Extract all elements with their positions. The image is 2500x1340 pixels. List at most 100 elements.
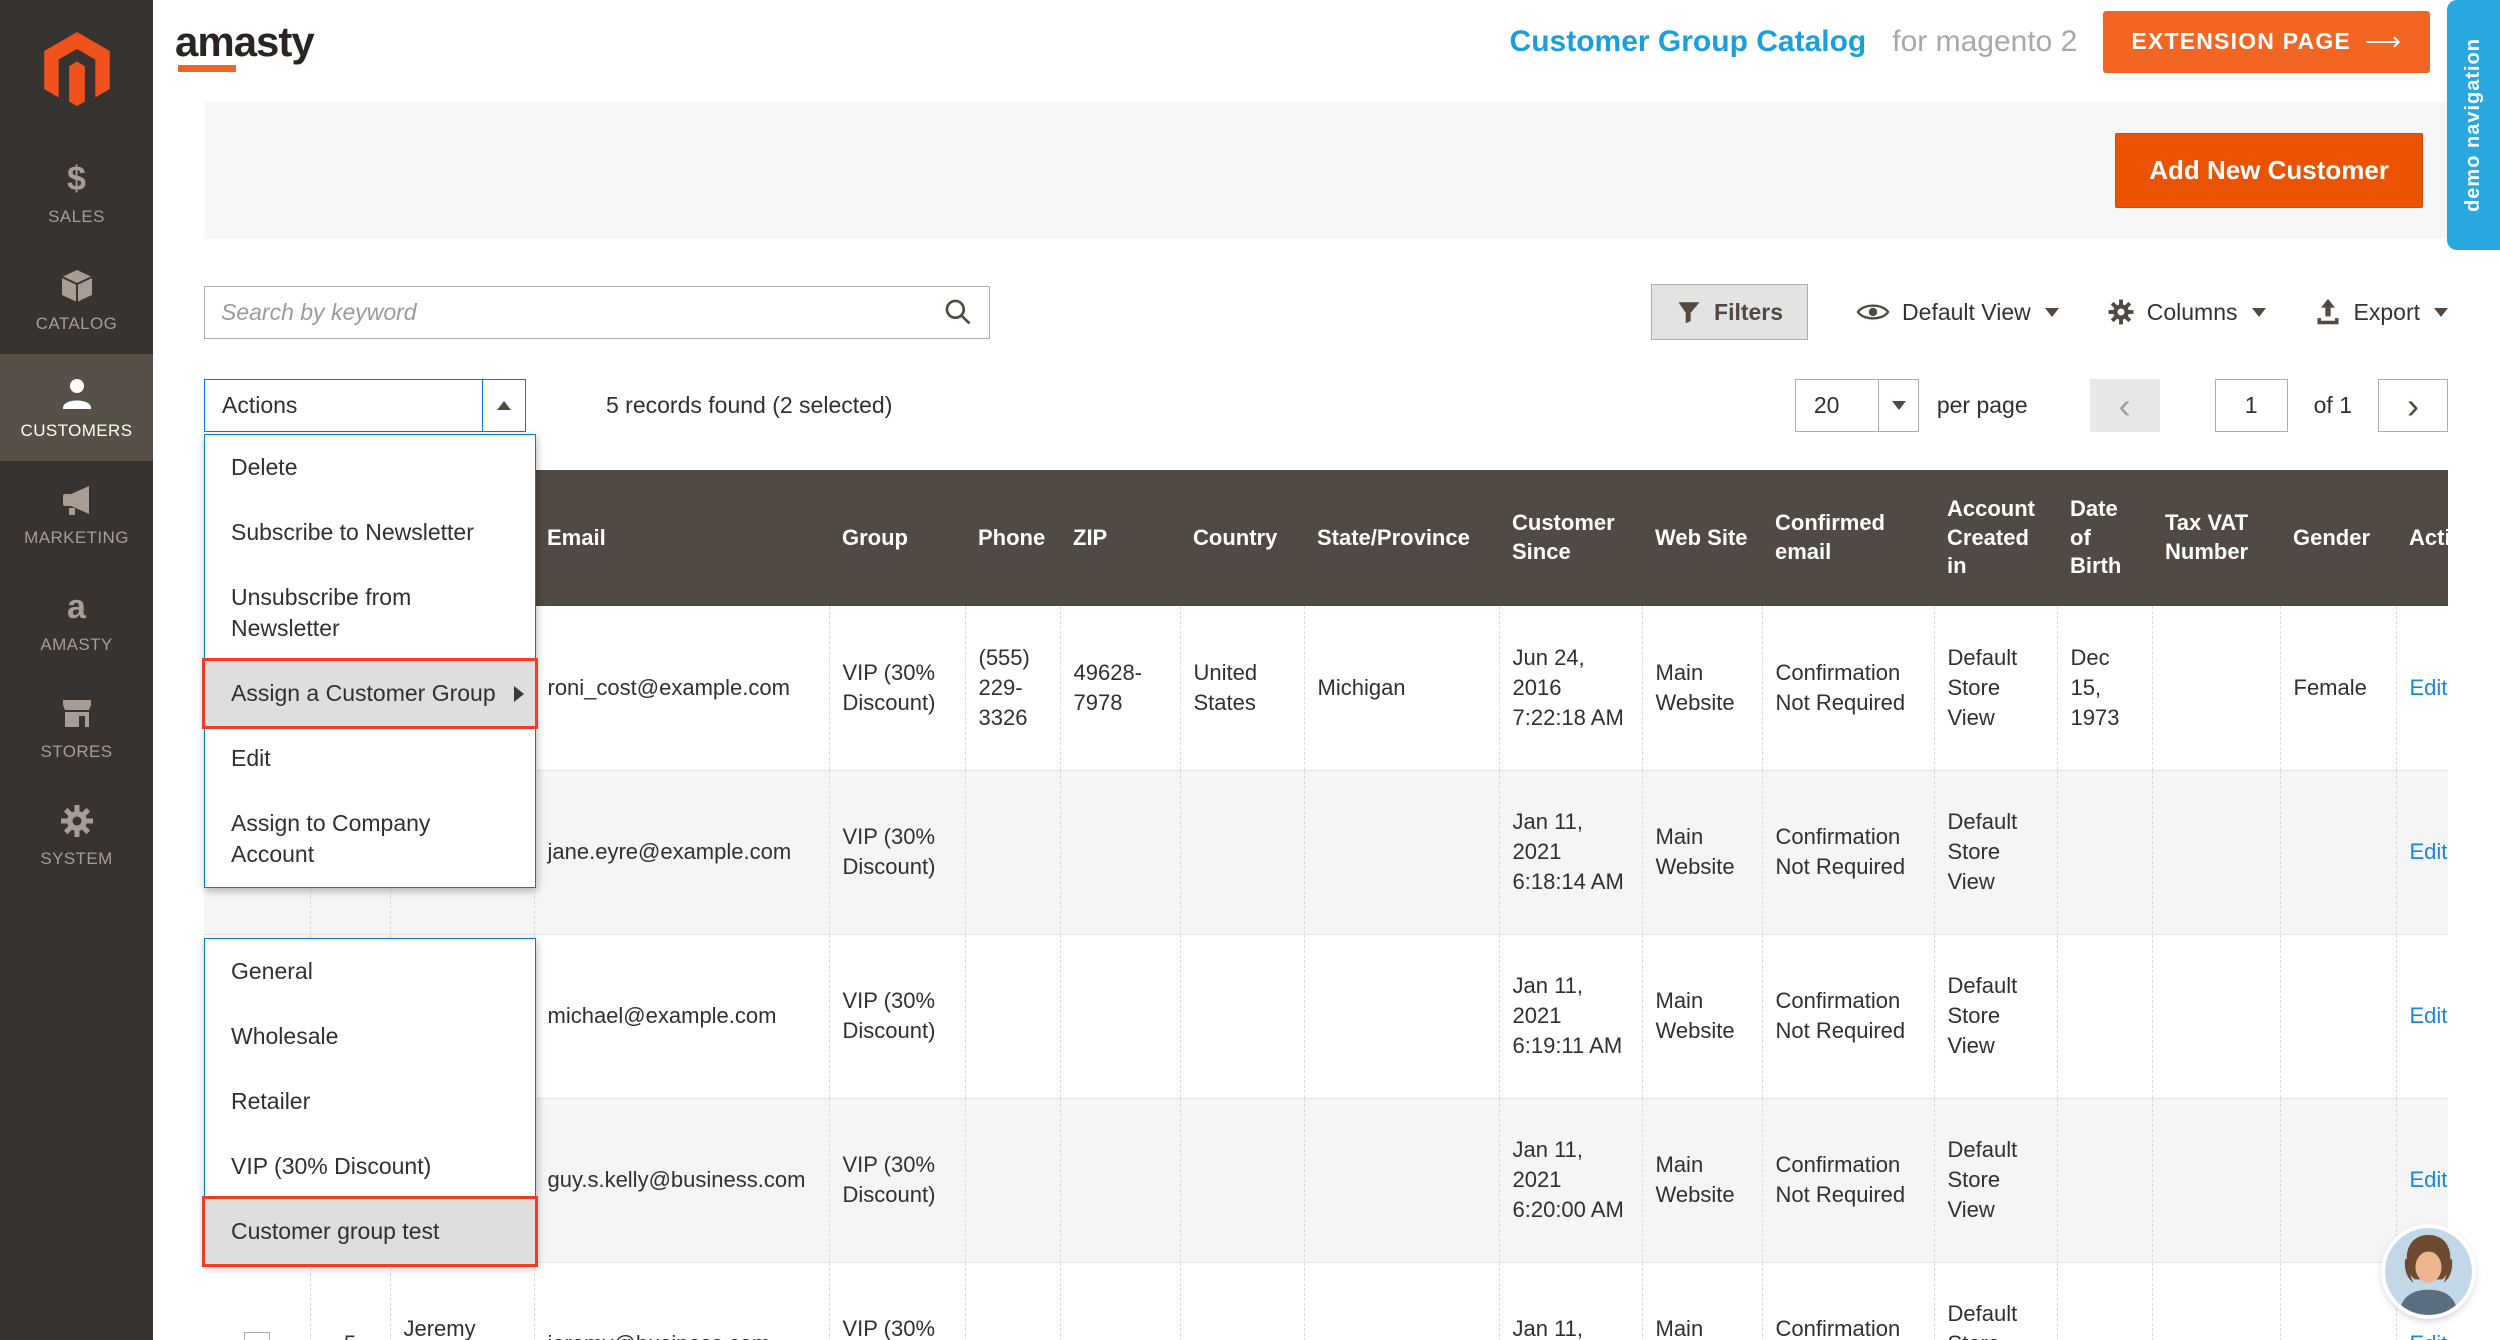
cell-zip [1060, 1098, 1180, 1262]
amasty-logo[interactable]: amasty [175, 21, 314, 63]
chevron-down-icon [2434, 308, 2448, 317]
search-icon [943, 297, 973, 327]
column-header-date-of-birth[interactable]: Date of Birth [2057, 470, 2152, 606]
cell-confirmed-email: Confirmation Not Required [1762, 1098, 1934, 1262]
row-checkbox[interactable] [244, 1332, 270, 1340]
cell-customer-since: Jan 11, 2021 6:18:14 AM [1499, 770, 1642, 934]
sidebar-item-amasty[interactable]: a AMASTY [0, 568, 153, 675]
column-header-country[interactable]: Country [1180, 470, 1304, 606]
menu-item-delete[interactable]: Delete [205, 435, 535, 500]
submenu-item-wholesale[interactable]: Wholesale [205, 1004, 535, 1069]
column-header-state[interactable]: State/Province [1304, 470, 1499, 606]
page-number-input[interactable] [2215, 379, 2288, 432]
cell-confirmed-email: Confirmation Not Required [1762, 770, 1934, 934]
sidebar-item-marketing[interactable]: MARKETING [0, 461, 153, 568]
edit-link[interactable]: Edit [2410, 1331, 2448, 1340]
per-page-select[interactable]: 20 [1795, 379, 1919, 432]
column-header-email[interactable]: Email [534, 470, 829, 606]
actions-select-toggle[interactable] [482, 380, 525, 431]
sidebar-item-system[interactable]: SYSTEM [0, 782, 153, 889]
column-header-confirmed-email[interactable]: Confirmed email [1762, 470, 1934, 606]
column-header-phone[interactable]: Phone [965, 470, 1060, 606]
sidebar-item-customers[interactable]: CUSTOMERS [0, 354, 153, 461]
columns-dropdown[interactable]: Columns [2107, 298, 2266, 326]
keyword-search [204, 286, 990, 339]
actions-menu: Delete Subscribe to Newsletter Unsubscri… [204, 434, 536, 888]
cell-confirmed-email: Confirmation Not Required [1762, 934, 1934, 1098]
previous-page-button[interactable]: ‹ [2090, 379, 2160, 432]
column-header-gender[interactable]: Gender [2280, 470, 2396, 606]
chevron-down-icon [2045, 308, 2059, 317]
cell-tax-vat [2152, 1098, 2280, 1262]
column-header-web-site[interactable]: Web Site [1642, 470, 1762, 606]
grid-actions-bar: Actions 5 records found (2 selected) 20 … [204, 379, 2448, 432]
table-row: guy.s.kelly@business.com VIP (30% Discou… [204, 1098, 2448, 1262]
actions-select[interactable]: Actions [204, 379, 526, 432]
page-header-band: Add New Customer [204, 102, 2448, 239]
sidebar-item-stores[interactable]: STORES [0, 675, 153, 782]
menu-item-unsubscribe[interactable]: Unsubscribe from Newsletter [205, 565, 535, 661]
menu-item-subscribe[interactable]: Subscribe to Newsletter [205, 500, 535, 565]
cell-date-of-birth [2057, 934, 2152, 1098]
cell-email: roni_cost@example.com [534, 606, 829, 770]
column-header-tax-vat[interactable]: Tax VAT Number [2152, 470, 2280, 606]
cell-zip [1060, 1262, 1180, 1340]
cell-id: 5 [310, 1262, 390, 1340]
gear-icon [2107, 298, 2135, 326]
extension-page-button[interactable]: EXTENSION PAGE ⟶ [2103, 11, 2430, 73]
column-header-customer-since[interactable]: Customer Since [1499, 470, 1642, 606]
chevron-up-icon [497, 401, 511, 410]
cell-state: Michigan [1304, 606, 1499, 770]
column-header-zip[interactable]: ZIP [1060, 470, 1180, 606]
gear-icon [59, 802, 95, 840]
cell-tax-vat [2152, 934, 2280, 1098]
menu-item-assign-company[interactable]: Assign to Company Account [205, 791, 535, 887]
magento-logo[interactable] [0, 0, 153, 140]
edit-link[interactable]: Edit [2410, 1167, 2448, 1192]
submenu-item-general[interactable]: General [205, 939, 535, 1004]
cell-tax-vat [2152, 1262, 2280, 1340]
cell-gender [2280, 934, 2396, 1098]
submenu-item-retailer[interactable]: Retailer [205, 1069, 535, 1134]
search-input[interactable] [221, 299, 943, 326]
export-dropdown[interactable]: Export [2314, 298, 2448, 326]
edit-link[interactable]: Edit [2410, 675, 2448, 700]
column-header-group[interactable]: Group [829, 470, 965, 606]
submenu-item-vip[interactable]: VIP (30% Discount) [205, 1134, 535, 1199]
sidebar-item-catalog[interactable]: CATALOG [0, 247, 153, 354]
cell-group: VIP (30% Discount) [829, 1098, 965, 1262]
view-dropdown[interactable]: Default View [1856, 299, 2059, 326]
sidebar-item-label: CATALOG [36, 314, 118, 334]
cell-date-of-birth [2057, 1262, 2152, 1340]
edit-link[interactable]: Edit [2410, 1003, 2448, 1028]
cell-country [1180, 1262, 1304, 1340]
avatar-photo [2385, 1228, 2472, 1315]
menu-item-assign-customer-group[interactable]: Assign a Customer Group [205, 661, 535, 726]
demo-navigation-tab[interactable]: demo navigation [2447, 0, 2500, 250]
cell-group: VIP (30% Discount) [829, 606, 965, 770]
next-page-button[interactable]: › [2378, 379, 2448, 432]
per-page-toggle[interactable] [1878, 380, 1918, 431]
support-chat-avatar[interactable] [2385, 1228, 2472, 1315]
sidebar-item-label: MARKETING [24, 528, 129, 548]
submenu-item-customer-group-test[interactable]: Customer group test [205, 1199, 535, 1264]
add-new-customer-button[interactable]: Add New Customer [2115, 133, 2423, 208]
records-count: 5 records found (2 selected) [606, 392, 892, 419]
column-header-account-created-in[interactable]: Account Created in [1934, 470, 2057, 606]
cell-state [1304, 934, 1499, 1098]
filters-button[interactable]: Filters [1651, 284, 1808, 340]
cell-date-of-birth: Dec 15, 1973 [2057, 606, 2152, 770]
menu-item-edit[interactable]: Edit [205, 726, 535, 791]
admin-sidebar: $ SALES CATALOG CUSTOMERS MARKETING a AM… [0, 0, 153, 1340]
demo-navigation-label: demo navigation [2462, 38, 2485, 212]
edit-link[interactable]: Edit [2410, 839, 2448, 864]
column-header-action[interactable]: Action [2396, 470, 2448, 606]
grid-header-row: Email Group Phone ZIP Country State/Prov… [204, 470, 2448, 606]
actions-select-label: Actions [205, 380, 482, 431]
sidebar-item-sales[interactable]: $ SALES [0, 140, 153, 247]
cell-phone [965, 1098, 1060, 1262]
search-button[interactable] [943, 297, 973, 327]
cell-web-site: Main Website [1642, 1098, 1762, 1262]
per-page-value: 20 [1796, 380, 1878, 431]
cell-tax-vat [2152, 606, 2280, 770]
